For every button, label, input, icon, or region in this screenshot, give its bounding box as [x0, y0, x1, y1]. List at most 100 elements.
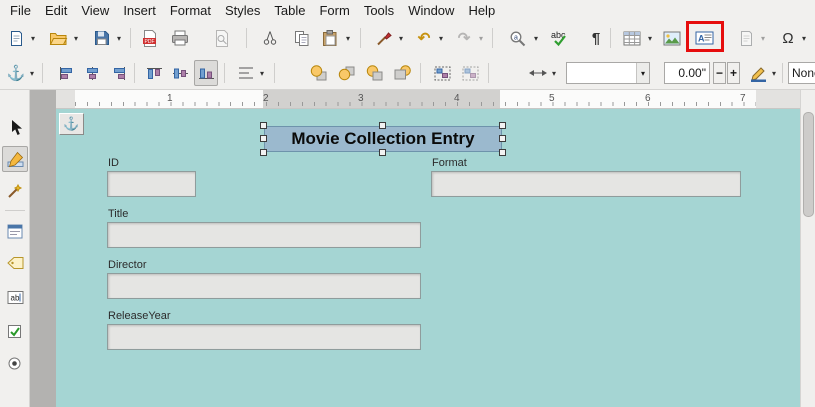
menu-format[interactable]: Format	[163, 2, 218, 19]
insert-table-button[interactable]	[620, 25, 644, 51]
align-bottom-button[interactable]	[194, 60, 218, 86]
releaseyear-field-box[interactable]	[107, 324, 421, 350]
print-button[interactable]	[168, 25, 192, 51]
align-middle-button[interactable]	[168, 60, 192, 86]
dropdown-arrow-icon[interactable]: ▾	[644, 25, 656, 51]
bring-to-front-button[interactable]	[306, 60, 330, 86]
selection-handle[interactable]	[260, 149, 267, 156]
copy-button[interactable]	[290, 25, 314, 51]
print-preview-button[interactable]	[210, 25, 234, 51]
menu-insert[interactable]: Insert	[116, 2, 163, 19]
open-button[interactable]	[46, 25, 70, 51]
dropdown-arrow-icon[interactable]: ▾	[475, 25, 487, 51]
insert-field-button[interactable]	[734, 25, 758, 51]
menu-tools[interactable]: Tools	[357, 2, 401, 19]
releaseyear-label[interactable]: ReleaseYear	[108, 310, 171, 322]
check-box-button[interactable]	[2, 318, 28, 344]
send-to-back-button[interactable]	[390, 60, 414, 86]
align-center-button[interactable]	[80, 60, 104, 86]
find-replace-button[interactable]: a	[506, 25, 530, 51]
menu-table[interactable]: Table	[267, 2, 312, 19]
anchor-marker-icon[interactable]: ⚓	[59, 113, 84, 135]
chevron-down-icon[interactable]: ▾	[636, 63, 649, 83]
line-arrow-style-button[interactable]	[526, 60, 550, 86]
dropdown-arrow-icon[interactable]: ▾	[798, 25, 810, 51]
line-width-increase-button[interactable]: +	[727, 62, 740, 84]
export-pdf-button[interactable]: PDF	[138, 25, 162, 51]
menu-view[interactable]: View	[74, 2, 116, 19]
id-label[interactable]: ID	[108, 157, 119, 169]
option-button-tool[interactable]	[2, 350, 28, 376]
align-right-button[interactable]	[106, 60, 130, 86]
director-label[interactable]: Director	[108, 259, 147, 271]
special-character-button[interactable]: Ω	[776, 25, 800, 51]
dropdown-arrow-icon[interactable]: ▾	[435, 25, 447, 51]
dropdown-arrow-icon[interactable]: ▾	[26, 60, 38, 86]
form-properties-button[interactable]	[2, 218, 28, 244]
text-box-button[interactable]: ab	[2, 284, 28, 310]
director-field-box[interactable]	[107, 273, 421, 299]
spelling-button[interactable]: abc	[548, 25, 572, 51]
dropdown-arrow-icon[interactable]: ▾	[256, 60, 268, 86]
ungroup-button[interactable]	[458, 60, 482, 86]
line-color-button[interactable]	[746, 60, 770, 86]
title-label[interactable]: Title	[108, 208, 128, 220]
paste-button[interactable]	[318, 25, 342, 51]
menu-help[interactable]: Help	[461, 2, 502, 19]
dropdown-arrow-icon[interactable]: ▾	[27, 25, 39, 51]
form-wizard-button[interactable]	[2, 178, 28, 204]
redo-button[interactable]: ↷	[452, 25, 476, 51]
menu-edit[interactable]: Edit	[38, 2, 74, 19]
area-style-select[interactable]: None ▾	[788, 62, 815, 84]
selection-handle[interactable]	[379, 149, 386, 156]
dropdown-arrow-icon[interactable]: ▾	[395, 25, 407, 51]
vertical-scrollbar[interactable]	[800, 90, 815, 407]
dropdown-arrow-icon[interactable]: ▾	[113, 25, 125, 51]
toolbar-separator	[782, 63, 783, 83]
align-left-button[interactable]	[54, 60, 78, 86]
align-objects-button[interactable]	[234, 60, 258, 86]
horizontal-ruler[interactable]: 1 2 3 4 5 6 7	[56, 90, 800, 109]
selection-handle[interactable]	[260, 122, 267, 129]
group-button[interactable]	[430, 60, 454, 86]
formatting-marks-button[interactable]: ¶	[584, 25, 608, 51]
menu-form[interactable]: Form	[312, 2, 356, 19]
save-button[interactable]	[90, 25, 114, 51]
id-field-box[interactable]	[107, 171, 196, 197]
line-style-select[interactable]: ▾	[566, 62, 650, 84]
dropdown-arrow-icon[interactable]: ▾	[768, 60, 780, 86]
line-width-input[interactable]: 0.00"	[664, 62, 710, 84]
align-top-button[interactable]	[142, 60, 166, 86]
anchor-button[interactable]: ⚓	[4, 60, 28, 86]
menu-styles[interactable]: Styles	[218, 2, 267, 19]
selection-handle[interactable]	[499, 149, 506, 156]
selection-handle[interactable]	[260, 135, 267, 142]
bring-forward-button[interactable]	[334, 60, 358, 86]
line-width-decrease-button[interactable]: −	[713, 62, 726, 84]
undo-button[interactable]: ↶	[412, 25, 436, 51]
dropdown-arrow-icon[interactable]: ▾	[342, 25, 354, 51]
label-field-button[interactable]	[2, 250, 28, 276]
insert-image-button[interactable]	[660, 25, 684, 51]
send-backward-button[interactable]	[362, 60, 386, 86]
menu-window[interactable]: Window	[401, 2, 461, 19]
form-canvas[interactable]: ⚓ Movie Collection Entry ID Format Title…	[56, 109, 800, 407]
menu-file[interactable]: File	[3, 2, 38, 19]
new-document-button[interactable]	[4, 25, 28, 51]
selection-handle[interactable]	[499, 135, 506, 142]
select-tool-button[interactable]	[2, 114, 28, 140]
dropdown-arrow-icon[interactable]: ▾	[70, 25, 82, 51]
scrollbar-thumb[interactable]	[803, 112, 814, 217]
design-mode-button[interactable]	[2, 146, 28, 172]
selection-handle[interactable]	[499, 122, 506, 129]
format-label[interactable]: Format	[432, 157, 467, 169]
form-title-object[interactable]: Movie Collection Entry	[264, 126, 502, 152]
dropdown-arrow-icon[interactable]: ▾	[548, 60, 560, 86]
format-field-box[interactable]	[431, 171, 741, 197]
cut-button[interactable]	[258, 25, 282, 51]
dropdown-arrow-icon[interactable]: ▾	[757, 25, 769, 51]
clone-formatting-button[interactable]	[372, 25, 396, 51]
dropdown-arrow-icon[interactable]: ▾	[530, 25, 542, 51]
selection-handle[interactable]	[379, 122, 386, 129]
title-field-box[interactable]	[107, 222, 421, 248]
